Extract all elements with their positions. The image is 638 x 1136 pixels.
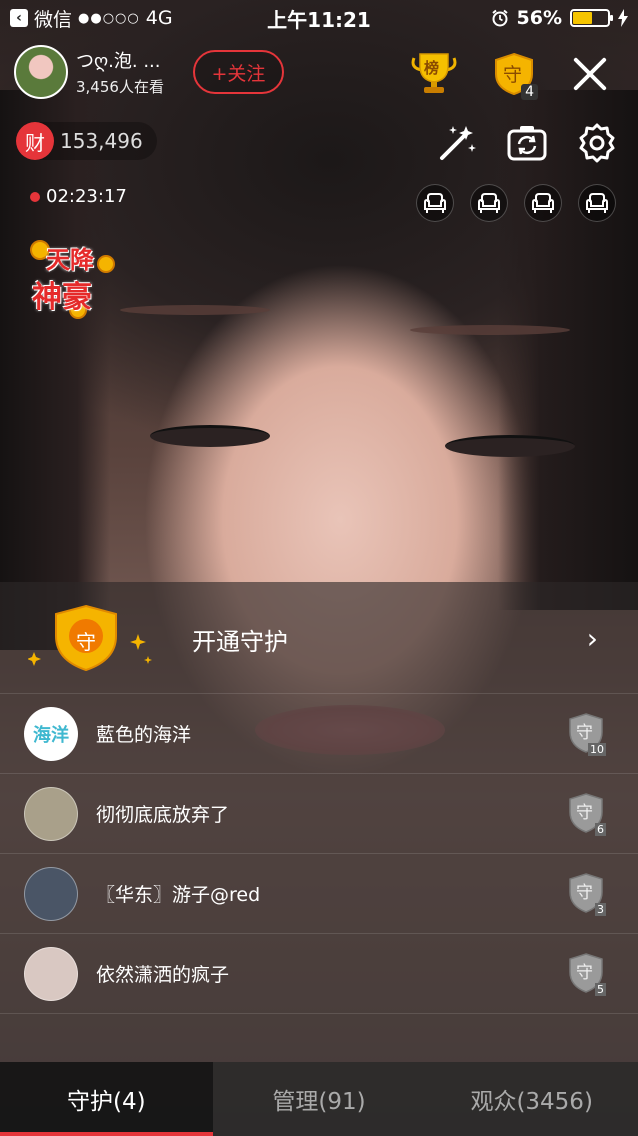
open-guard-label: 开通守护: [192, 628, 288, 656]
shield-label: 守: [76, 630, 96, 654]
promo-line-1: 天降: [46, 246, 94, 274]
charging-icon: [618, 9, 628, 27]
ranking-label: 榜: [424, 59, 440, 77]
chevron-right-icon: ›: [586, 622, 598, 655]
guard-shield-icon[interactable]: 守 4: [492, 52, 538, 100]
battery-icon: [570, 9, 613, 27]
promo-line-2: 神豪: [32, 280, 92, 315]
wealth-icon: 财: [16, 122, 54, 160]
guard-level: 10: [588, 743, 606, 756]
alarm-icon: [491, 9, 508, 27]
sofa-seat-icon[interactable]: [416, 184, 454, 222]
guard-avatar-text: 海洋: [33, 724, 69, 746]
guest-seats: [416, 184, 616, 222]
magic-wand-beauty-icon[interactable]: [436, 122, 478, 164]
recording-dot-icon: [30, 191, 40, 202]
bottom-tabs: 守护(4) 管理(91) 观众(3456): [0, 1062, 638, 1136]
guard-username: 〖华东〗游子@red: [96, 884, 261, 906]
host-name: つღ.泡. ...: [76, 51, 161, 72]
network-label: 4G: [145, 7, 173, 29]
guard-level-shield-icon: 守 3: [566, 872, 606, 916]
clock: 上午11:21: [267, 7, 371, 32]
guard-level-shield-icon: 守 5: [566, 952, 606, 996]
guard-username: 彻彻底底放弃了: [96, 804, 230, 826]
guard-avatar[interactable]: [24, 946, 78, 1001]
open-guard-row[interactable]: 守 开通守护 ›: [0, 582, 638, 694]
tab-manage[interactable]: 管理(91): [213, 1062, 426, 1136]
follow-button[interactable]: +关注: [192, 50, 284, 94]
guard-level: 5: [595, 983, 606, 996]
signal-dots: ●●○○○: [78, 10, 140, 26]
back-arrow-icon[interactable]: ‹: [10, 9, 28, 27]
guard-username: 藍色的海洋: [96, 724, 192, 746]
host-info[interactable]: つღ.泡. ... 3,456人在看 +关注: [14, 44, 284, 100]
video-hair-left: [0, 90, 110, 650]
video-brow-right: [410, 325, 570, 335]
video-eye-right: [445, 435, 575, 457]
top-right-actions: 榜 守 4: [410, 52, 610, 100]
guard-avatar[interactable]: 海洋: [24, 706, 78, 761]
ranking-trophy-icon[interactable]: 榜: [410, 52, 458, 96]
guard-list-item[interactable]: 海洋 藍色的海洋 守 10: [0, 694, 638, 774]
guard-level-shield-icon: 守 10: [566, 712, 606, 756]
carrier-label[interactable]: 微信: [34, 5, 72, 32]
host-avatar[interactable]: [14, 45, 68, 99]
guard-list-item[interactable]: 彻彻底底放弃了 守 6: [0, 774, 638, 854]
sofa-seat-icon[interactable]: [470, 184, 508, 222]
promo-badge[interactable]: 天降 神豪: [26, 236, 116, 320]
guard-username: 依然潇洒的疯子: [96, 964, 230, 986]
guard-shield-label: 守: [503, 64, 523, 86]
video-eye-left: [150, 425, 270, 447]
sofa-seat-icon[interactable]: [524, 184, 562, 222]
video-brow-left: [120, 305, 270, 315]
wealth-value: 153,496: [60, 129, 143, 153]
guard-list-item[interactable]: 〖华东〗游子@red 守 3: [0, 854, 638, 934]
close-icon[interactable]: [570, 54, 610, 94]
live-duration-text: 02:23:17: [46, 186, 127, 207]
tab-audience[interactable]: 观众(3456): [425, 1062, 638, 1136]
guard-list-item[interactable]: 依然潇洒的疯子 守 5: [0, 934, 638, 1014]
video-hair-right: [498, 90, 638, 610]
guard-panel: 守 开通守护 › 海洋 藍色的海洋 守 10 彻彻底底放弃了 守 6 〖华东〗游…: [0, 582, 638, 1136]
live-duration: 02:23:17: [30, 186, 127, 207]
viewer-count: 3,456人在看: [76, 78, 164, 96]
guard-avatar[interactable]: [24, 786, 78, 841]
sofa-seat-icon[interactable]: [578, 184, 616, 222]
guard-level: 3: [595, 903, 606, 916]
guard-level-shield-icon: 守 6: [566, 792, 606, 836]
tool-buttons: [436, 122, 618, 164]
guard-count-badge: 4: [521, 84, 538, 100]
settings-gear-icon[interactable]: [576, 122, 618, 164]
switch-camera-icon[interactable]: [506, 122, 548, 164]
guard-avatar[interactable]: [24, 866, 78, 921]
battery-percent: 56%: [516, 7, 562, 29]
wealth-counter[interactable]: 财 153,496: [16, 122, 157, 160]
tab-guard[interactable]: 守护(4): [0, 1062, 213, 1136]
status-bar: ‹ 微信 ●●○○○ 4G 上午11:21 56%: [0, 0, 638, 36]
guard-level: 6: [595, 823, 606, 836]
